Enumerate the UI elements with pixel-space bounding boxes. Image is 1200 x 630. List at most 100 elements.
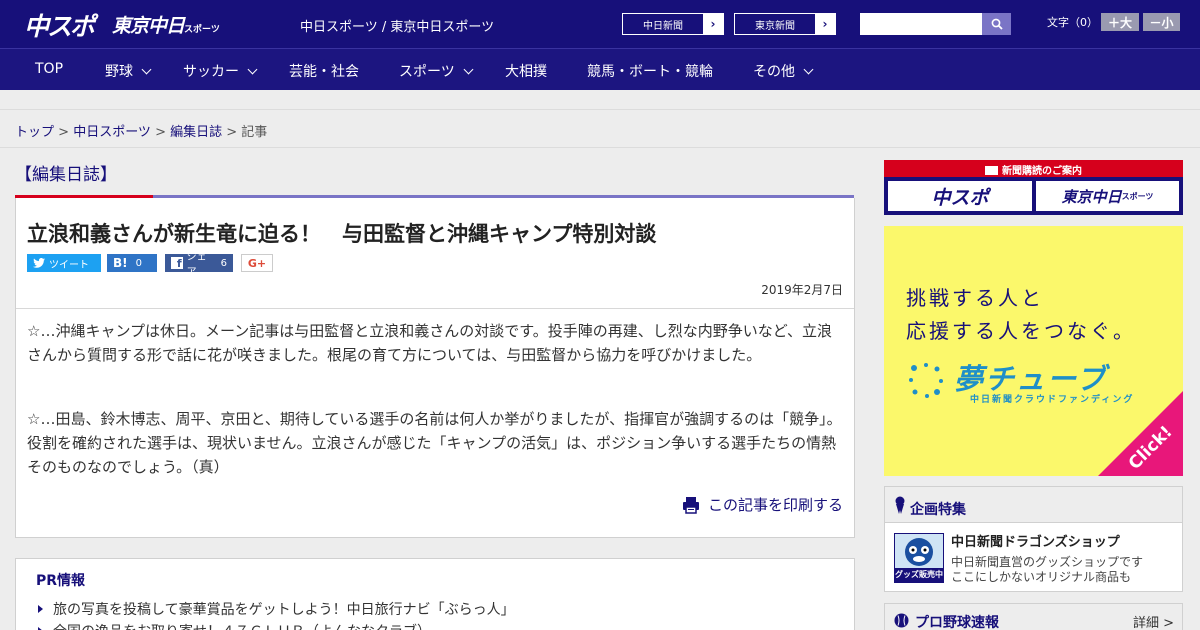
subscription-head: 新聞購読のご案内 bbox=[884, 162, 1183, 177]
pr-box: PR情報 旅の写真を投稿して豪華賞品をゲットしよう！中日旅行ナビ「ぶらっ人」 全… bbox=[15, 558, 855, 630]
nav-top[interactable]: TOP bbox=[35, 61, 63, 77]
nav-entertainment[interactable]: 芸能・社会 bbox=[289, 61, 359, 81]
chevron-down-icon bbox=[803, 64, 814, 74]
dragons-shop-thumbnail[interactable]: グッズ販売中 bbox=[894, 533, 944, 583]
hatena-count: 0 bbox=[135, 257, 142, 269]
hatena-bookmark-button[interactable]: B! 0 bbox=[107, 254, 157, 272]
tokyo-shimbun-link[interactable]: 東京新聞 › bbox=[734, 13, 836, 35]
feature-desc: ここにしかないオリジナル商品も bbox=[951, 570, 1132, 584]
spacer-band bbox=[0, 90, 1200, 110]
tokyo-chunichi-logo[interactable]: 東京中日スポーツ bbox=[112, 11, 220, 38]
font-size-up-button[interactable]: ＋大 bbox=[1101, 13, 1139, 31]
nav-label: TOP bbox=[35, 61, 64, 77]
breadcrumb-chuspo[interactable]: 中日スポーツ bbox=[73, 125, 151, 140]
nav-label: その他 bbox=[753, 64, 795, 80]
nav-other[interactable]: その他 bbox=[753, 61, 814, 81]
font-size-down-button[interactable]: －小 bbox=[1143, 13, 1180, 31]
feature-head: 企画特集 bbox=[885, 487, 1182, 523]
search-button[interactable] bbox=[982, 13, 1011, 35]
subscribe-tokyo-small: スポーツ bbox=[1121, 191, 1154, 201]
nav-label: スポーツ bbox=[399, 64, 455, 80]
article-paragraph: ☆…田島、鈴木博志、周平、京田と、期待している選手の名前は何人か挙がりましたが、… bbox=[27, 410, 842, 476]
facebook-share-count: 6 bbox=[220, 257, 227, 269]
chunichi-shimbun-label: 中日新聞 bbox=[643, 20, 683, 32]
tokyo-logo-small: スポーツ bbox=[184, 25, 220, 35]
chuspo-logo[interactable]: 中スポ bbox=[24, 7, 95, 43]
search-icon bbox=[991, 18, 1003, 30]
nav-label: サッカー bbox=[183, 64, 239, 80]
nav-sports[interactable]: スポーツ bbox=[399, 61, 474, 81]
breadcrumb-top[interactable]: トップ bbox=[15, 125, 54, 140]
nav-label: 大相撲 bbox=[505, 64, 547, 80]
chevron-down-icon bbox=[141, 64, 152, 74]
facebook-share-label: シェア bbox=[186, 252, 207, 278]
facebook-share-button[interactable]: f シェア 6 bbox=[165, 252, 233, 278]
subscribe-tokyo-button[interactable]: 東京中日 スポーツ bbox=[1036, 181, 1179, 211]
thumbnail-label: グッズ販売中 bbox=[895, 568, 943, 582]
nav-label: 競馬・ボート・競輪 bbox=[587, 64, 713, 80]
twitter-bird-icon bbox=[33, 258, 45, 268]
nav-sumo[interactable]: 大相撲 bbox=[505, 61, 547, 81]
chevron-down-icon bbox=[247, 64, 258, 74]
feature-title[interactable]: 中日新聞ドラゴンズショップ bbox=[951, 531, 1120, 550]
pr-item-label: 全国の逸品をお取り寄せ！４７ＣＬＵＢ（よんななクラブ） bbox=[53, 621, 431, 630]
site-names: 中日スポーツ / 東京中日スポーツ bbox=[300, 20, 495, 35]
google-plus-button[interactable]: G+ bbox=[241, 254, 273, 272]
subscribe-chuspo-button[interactable]: 中スポ bbox=[888, 181, 1032, 211]
triangle-bullet-icon bbox=[38, 605, 43, 613]
pr-item[interactable]: 旅の写真を投稿して豪華賞品をゲットしよう！中日旅行ナビ「ぶらっ人」 bbox=[38, 599, 515, 619]
chevron-down-icon bbox=[463, 64, 474, 74]
ribbon-icon bbox=[895, 496, 905, 514]
pr-item[interactable]: 全国の逸品をお取り寄せ！４７ＣＬＵＢ（よんななクラブ） bbox=[38, 621, 431, 630]
article-card: 立浪和義さんが新生竜に迫る！ 与田監督と沖縄キャンプ特別対談 ツイート B! 0… bbox=[15, 198, 855, 538]
breadcrumb-sep: > bbox=[222, 125, 242, 140]
section-title: 【編集日誌】 bbox=[15, 165, 117, 185]
article-date: 2019年2月7日 bbox=[761, 283, 843, 297]
tokyo-shimbun-label: 東京新聞 bbox=[755, 20, 795, 32]
subscription-head-label: 新聞購読のご案内 bbox=[1002, 166, 1082, 177]
facebook-icon: f bbox=[171, 257, 183, 269]
yume-line-2: 応援する人をつなぐ。 bbox=[906, 319, 1136, 343]
nav-soccer[interactable]: サッカー bbox=[183, 61, 258, 81]
article-paragraph: ☆…沖縄キャンプは休日。メーン記事は与田監督と立浪和義さんの対談です。投手陣の再… bbox=[27, 322, 833, 364]
pr-title: PR情報 bbox=[36, 573, 86, 589]
top-header: 中スポ 東京中日スポーツ 中日スポーツ / 東京中日スポーツ 中日新聞 › 東京… bbox=[0, 0, 1200, 48]
article-title: 立浪和義さんが新生竜に迫る！ 与田監督と沖縄キャンプ特別対談 bbox=[27, 222, 657, 246]
baseball-icon bbox=[894, 613, 909, 628]
nav-baseball[interactable]: 野球 bbox=[105, 61, 152, 81]
hatena-icon: B! bbox=[113, 256, 128, 270]
print-article-link[interactable]: この記事を印刷する bbox=[682, 494, 843, 515]
feature-box: 企画特集 グッズ販売中 中日新聞ドラゴンズショップ 中日新聞直営のグッズショップ… bbox=[884, 486, 1183, 592]
breadcrumb: トップ > 中日スポーツ > 編集日誌 > 記事 bbox=[0, 110, 1200, 148]
nav-label: 野球 bbox=[105, 64, 133, 80]
google-plus-icon: G+ bbox=[247, 256, 267, 270]
yume-tube-banner[interactable]: 挑戦する人と 応援する人をつなぐ。 夢チューブ 中日新聞クラウドファンディング … bbox=[884, 226, 1183, 476]
search-input[interactable] bbox=[860, 13, 982, 35]
tweet-button[interactable]: ツイート bbox=[27, 254, 101, 272]
nav-racing[interactable]: 競馬・ボート・競輪 bbox=[587, 61, 713, 81]
tweet-label: ツイート bbox=[49, 259, 89, 271]
newspaper-icon bbox=[985, 166, 998, 175]
breadcrumb-sep: > bbox=[150, 125, 171, 140]
divider bbox=[16, 308, 854, 309]
breadcrumb-diary[interactable]: 編集日誌 bbox=[170, 125, 222, 140]
chevron-right-icon: › bbox=[815, 14, 835, 34]
chunichi-shimbun-link[interactable]: 中日新聞 › bbox=[622, 13, 724, 35]
yume-line-1: 挑戦する人と bbox=[906, 286, 1044, 310]
tokyo-logo-text: 東京中日 bbox=[112, 15, 185, 37]
main-nav: TOP 野球 サッカー 芸能・社会 スポーツ 大相撲 競馬・ボート・競輪 その他 bbox=[0, 48, 1200, 90]
font-size-label: 文字（0） bbox=[1047, 16, 1098, 29]
breadcrumb-sep: > bbox=[54, 125, 74, 140]
baseball-head: プロ野球速報 bbox=[915, 615, 999, 630]
print-label: この記事を印刷する bbox=[707, 496, 843, 514]
pr-item-label: 旅の写真を投稿して豪華賞品をゲットしよう！中日旅行ナビ「ぶらっ人」 bbox=[53, 602, 515, 618]
dots-circle-icon bbox=[909, 363, 943, 398]
chevron-right-icon: › bbox=[703, 14, 723, 34]
baseball-more-link[interactable]: 詳細 > bbox=[1133, 612, 1174, 630]
subscribe-tokyo-label: 東京中日 bbox=[1061, 187, 1122, 206]
mascot-icon bbox=[905, 538, 933, 566]
feature-head-label: 企画特集 bbox=[910, 502, 966, 518]
baseball-scores-box: プロ野球速報 詳細 > bbox=[884, 603, 1183, 630]
breadcrumb-current: 記事 bbox=[241, 125, 268, 140]
printer-icon bbox=[682, 496, 699, 514]
